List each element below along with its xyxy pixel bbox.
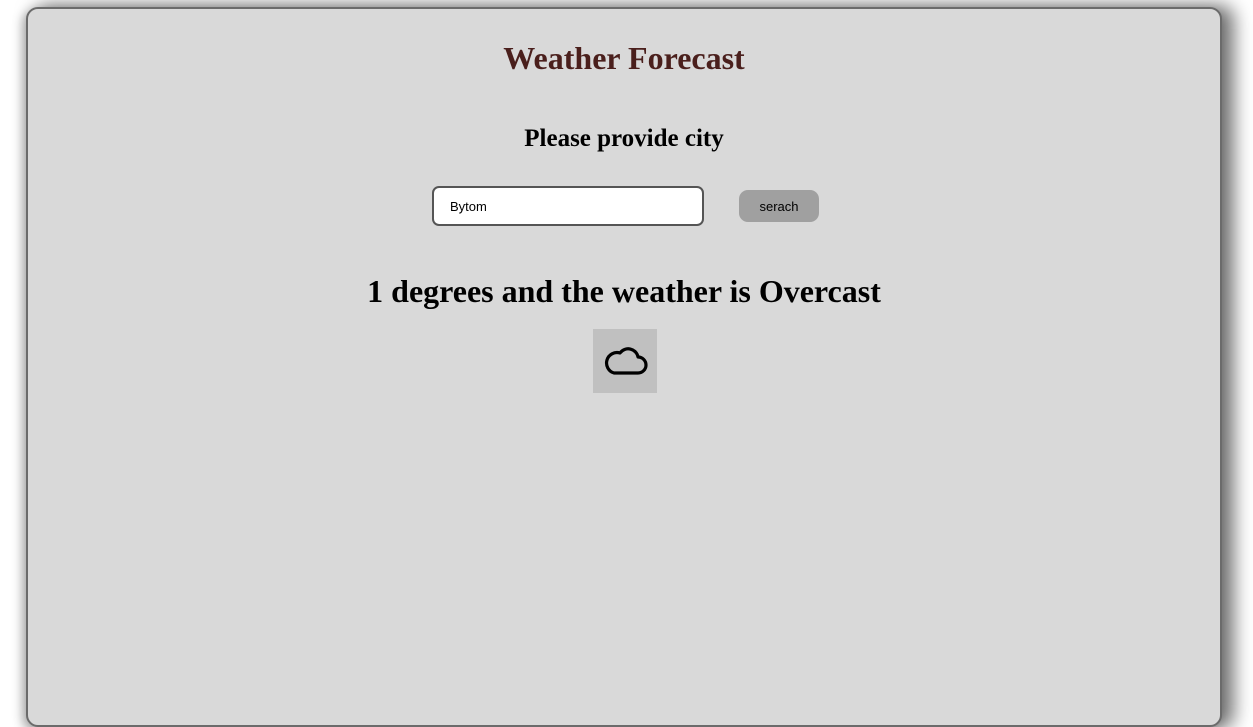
- city-input[interactable]: [432, 186, 704, 226]
- page-title: Weather Forecast: [503, 40, 745, 76]
- city-prompt: Please provide city: [524, 125, 724, 152]
- search-button[interactable]: serach: [739, 190, 819, 222]
- weather-result: 1 degrees and the weather is Overcast: [367, 273, 881, 309]
- weather-icon-box: [593, 329, 657, 393]
- weather-panel: Weather Forecast Please provide city ser…: [26, 7, 1222, 727]
- cloud-icon: [604, 347, 648, 375]
